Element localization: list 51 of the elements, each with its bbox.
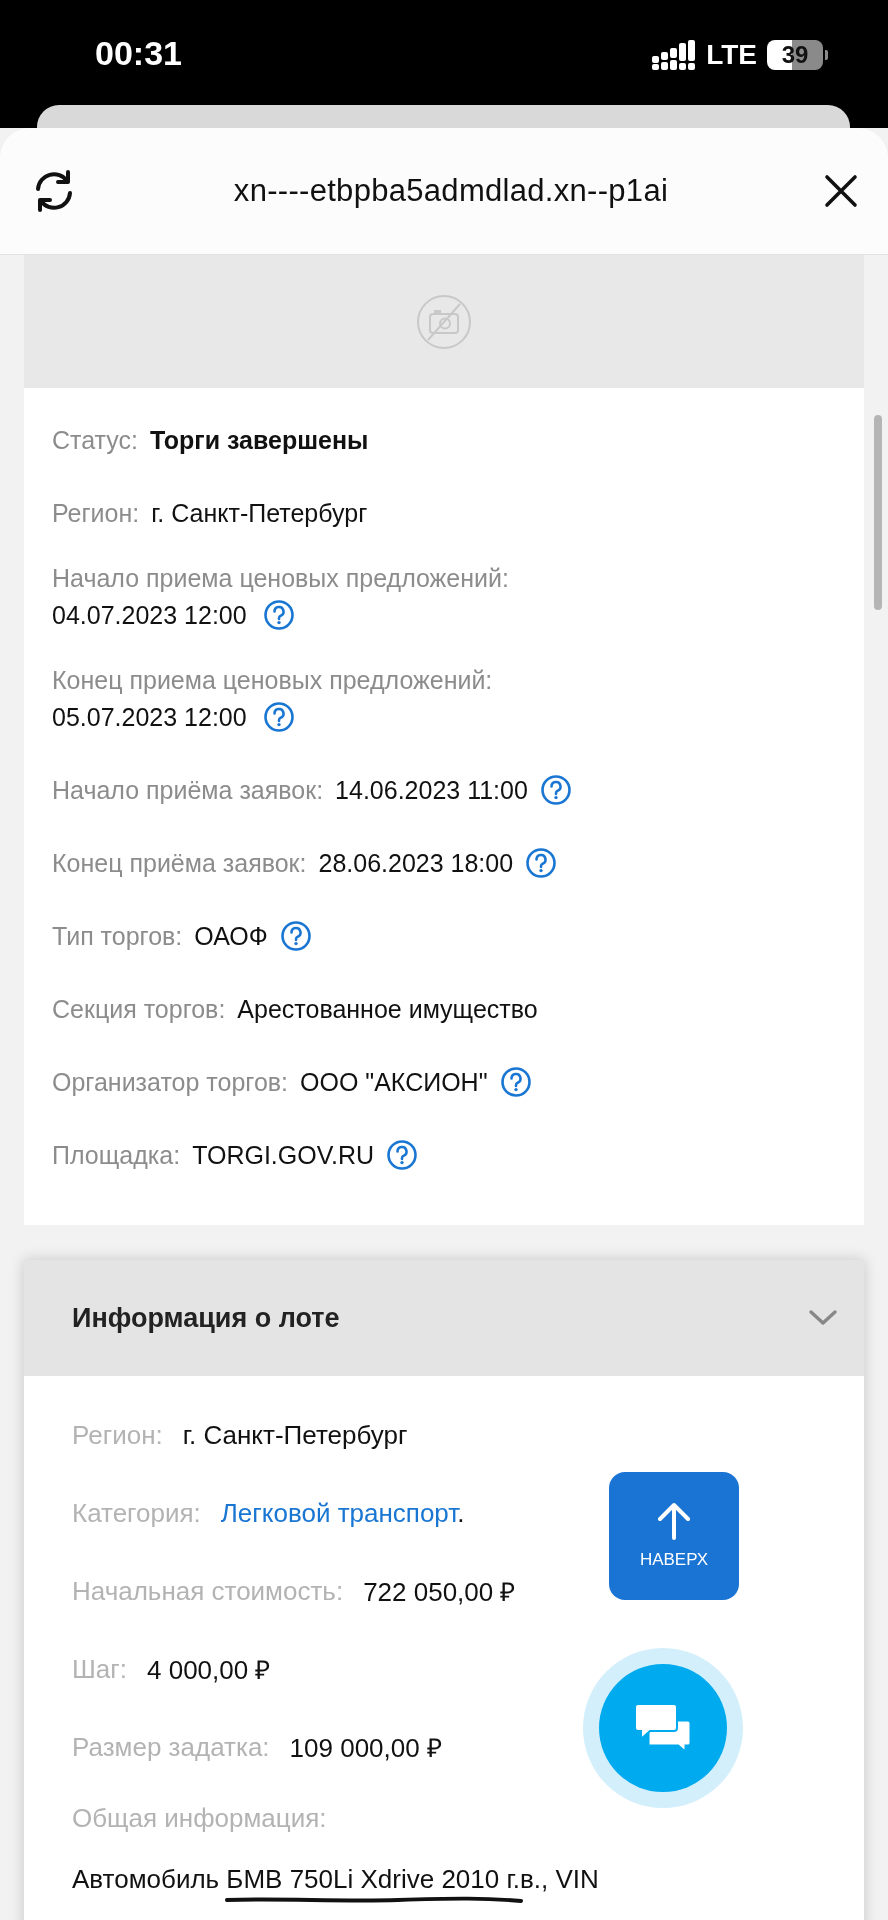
- help-icon[interactable]: [262, 599, 295, 631]
- field-value: 722 050,00 ₽: [363, 1576, 516, 1609]
- lot-info-header[interactable]: Информация о лоте: [24, 1260, 864, 1376]
- field-value: г. Санкт-Петербург: [182, 1419, 408, 1451]
- field-value: 109 000,00 ₽: [289, 1732, 442, 1765]
- field-value: 04.07.2023 12:00: [52, 600, 247, 630]
- description-text: Автомобиль БМВ 750Li Xdrive 2010 г.в., VIN: [72, 1864, 599, 1894]
- field-label: Тип торгов:: [52, 921, 183, 951]
- help-icon[interactable]: [262, 701, 295, 733]
- field-label: Начало приема ценовых предложений:: [52, 564, 509, 592]
- field-label: Размер задатка:: [72, 1731, 270, 1763]
- signal-icon: [652, 40, 697, 70]
- field-label: Организатор торгов:: [52, 1067, 288, 1097]
- field-label: Статус:: [52, 425, 138, 455]
- field-value: 4 000,00 ₽: [147, 1654, 271, 1687]
- field-label: Категория:: [72, 1497, 201, 1529]
- field-value: TORGI.GOV.RU: [192, 1140, 375, 1170]
- field-value: 14.06.2023 11:00: [335, 775, 528, 805]
- help-icon[interactable]: [279, 920, 312, 952]
- clock-time: 00:31: [95, 33, 182, 73]
- up-arrow-icon: [656, 1502, 692, 1540]
- field-label: Начальная стоимость:: [72, 1575, 344, 1607]
- scroll-bar[interactable]: [874, 415, 882, 610]
- help-icon[interactable]: [525, 847, 558, 879]
- help-icon[interactable]: [386, 1139, 419, 1171]
- field-value: г. Санкт-Петербург: [151, 498, 368, 528]
- category-link[interactable]: Легковой транспорт: [220, 1497, 458, 1528]
- field-value: 05.07.2023 12:00: [52, 702, 247, 732]
- no-photo-icon: [416, 293, 472, 350]
- section-title: Информация о лоте: [72, 1302, 341, 1334]
- network-label: LTE: [706, 39, 757, 71]
- field-value: ОАОФ: [194, 921, 268, 951]
- period-text: .: [457, 1497, 465, 1528]
- field-label: Регион:: [52, 498, 140, 528]
- field-label: Общая информация:: [72, 1803, 327, 1833]
- chevron-icon[interactable]: [808, 1308, 838, 1328]
- field-label: Регион:: [72, 1419, 163, 1451]
- field-value: Торги завершены: [150, 425, 369, 455]
- field-label: Начало приёма заявок:: [52, 775, 324, 805]
- field-label: Секция торгов:: [52, 994, 226, 1024]
- field-label: Площадка:: [52, 1140, 181, 1170]
- field-label: Конец приема ценовых предложений:: [52, 666, 493, 694]
- scroll-top-button[interactable]: НАВЕРХ: [609, 1472, 739, 1600]
- field-label: Шаг:: [72, 1653, 127, 1685]
- help-icon[interactable]: [499, 1066, 532, 1098]
- field-value: Арестованное имущество: [237, 994, 538, 1024]
- field-value: 28.06.2023 18:00: [318, 848, 514, 878]
- field-value: ООО "АКСИОН": [300, 1067, 488, 1097]
- field-label: Конец приёма заявок:: [52, 848, 307, 878]
- help-icon[interactable]: [539, 774, 572, 806]
- close-icon[interactable]: [824, 174, 858, 208]
